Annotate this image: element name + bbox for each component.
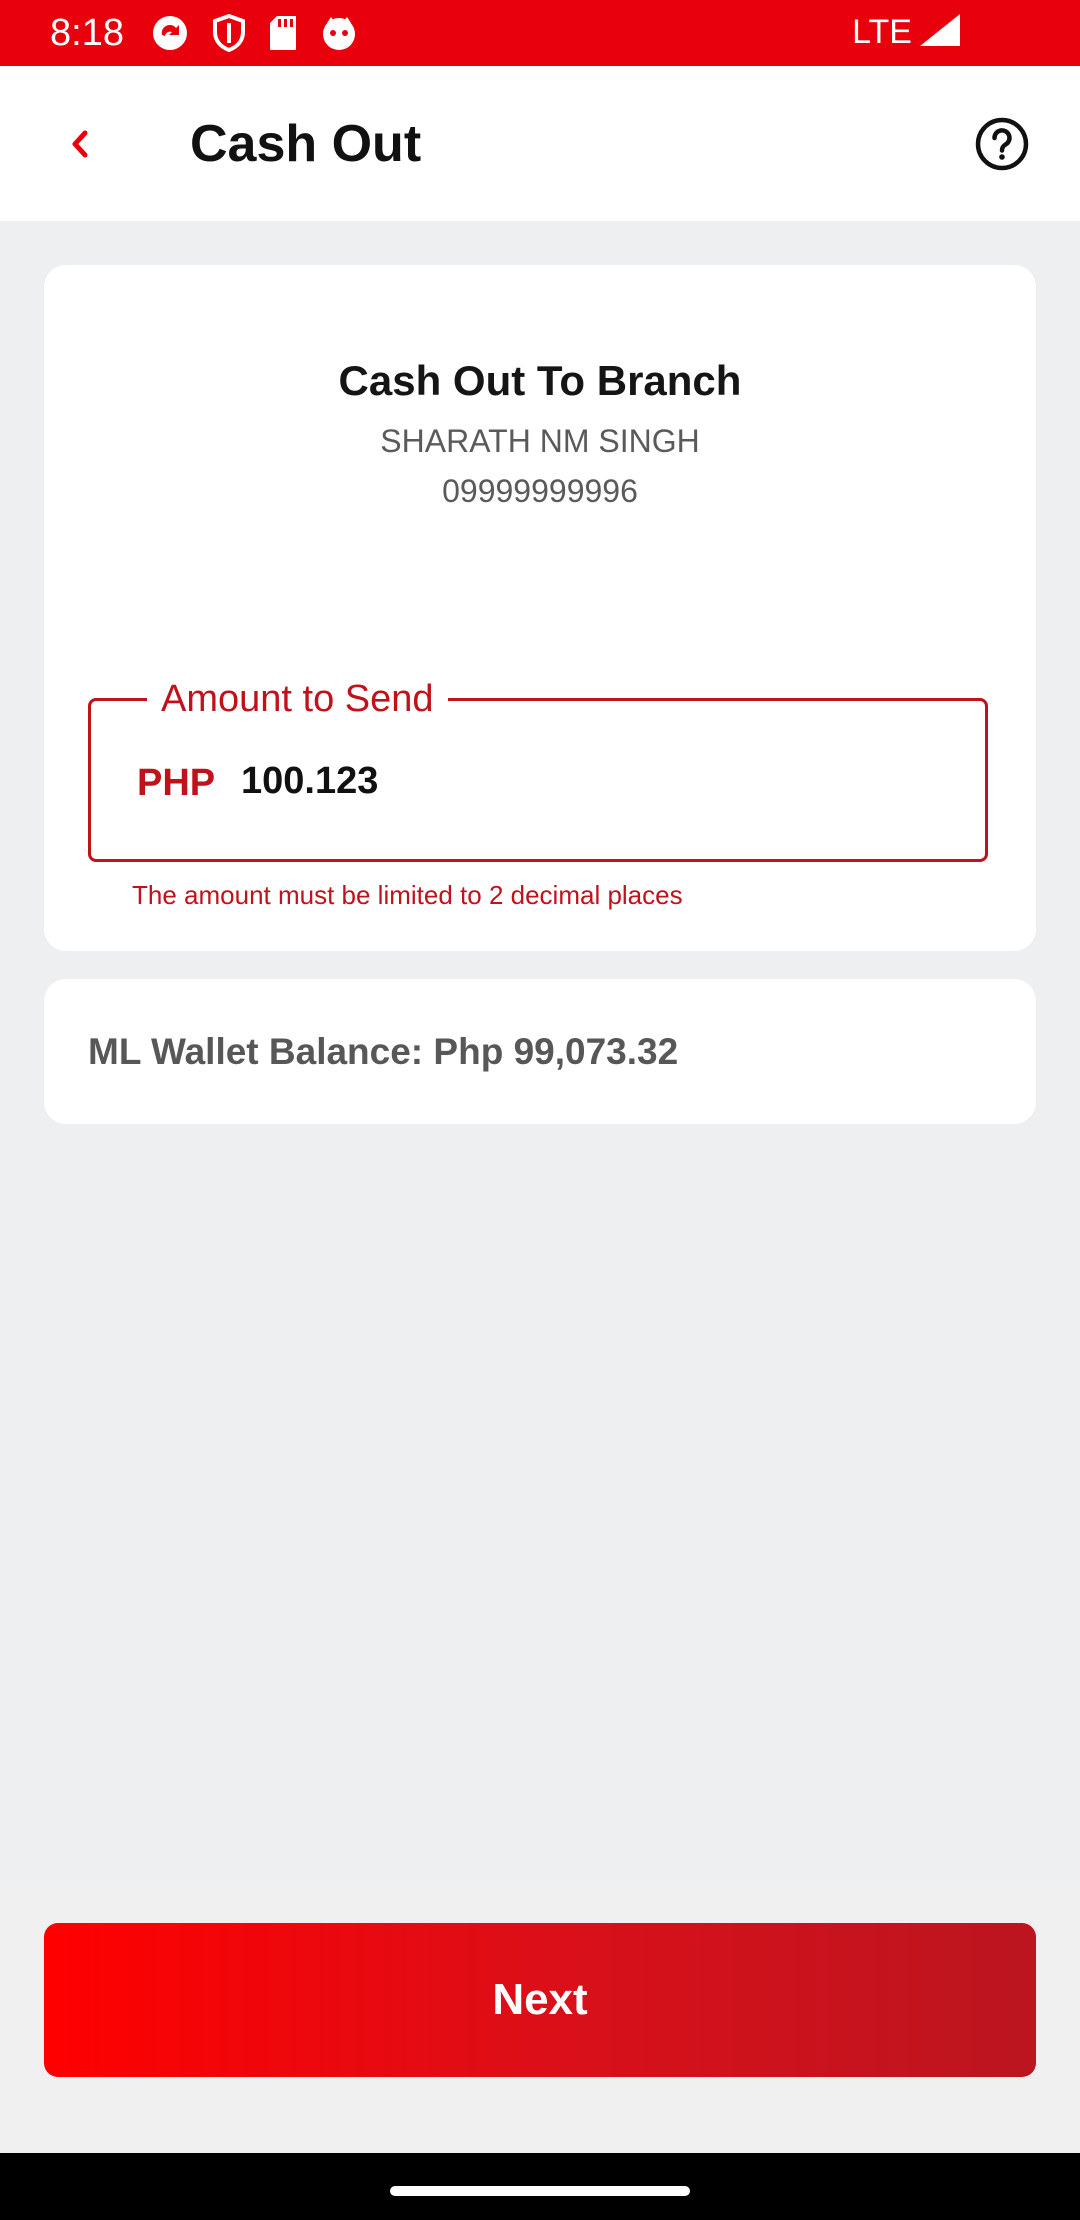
- amount-input[interactable]: [241, 755, 941, 807]
- card-title: Cash Out To Branch: [338, 357, 742, 404]
- help-button[interactable]: [974, 116, 1030, 172]
- back-button[interactable]: [52, 116, 108, 172]
- currency-prefix: PHP: [137, 762, 216, 804]
- page-title: Cash Out: [190, 115, 422, 173]
- face-icon: [320, 14, 358, 52]
- amount-field[interactable]: Amount to Send PHP: [88, 675, 988, 862]
- cash-out-card: Cash Out To Branch SHARATH NM SINGH 0999…: [44, 265, 1036, 951]
- balance-card: ML Wallet Balance: Php 99,073.32: [44, 979, 1036, 1124]
- shield-icon: [212, 13, 246, 53]
- network-label: LTE: [852, 13, 912, 51]
- app-bar: Cash Out: [0, 66, 1080, 221]
- amount-error-text: The amount must be limited to 2 decimal …: [132, 880, 683, 910]
- status-bar: 8:18 LTE: [0, 0, 1080, 66]
- help-circle-icon: [975, 117, 1029, 171]
- navigation-bar: [0, 2153, 1080, 2220]
- status-right: LTE: [852, 10, 962, 54]
- sync-icon: [150, 13, 190, 53]
- status-time: 8:18: [50, 12, 124, 54]
- home-indicator[interactable]: [390, 2186, 690, 2196]
- sd-card-icon: [268, 14, 298, 52]
- wallet-balance: ML Wallet Balance: Php 99,073.32: [88, 1031, 679, 1072]
- signal-icon: [918, 12, 962, 53]
- status-icons: [150, 13, 358, 53]
- next-button[interactable]: Next: [44, 1923, 1036, 2077]
- recipient-number: 09999999996: [442, 473, 638, 509]
- amount-label: Amount to Send: [147, 675, 448, 723]
- recipient-name: SHARATH NM SINGH: [380, 423, 700, 459]
- chevron-left-icon: [72, 130, 88, 158]
